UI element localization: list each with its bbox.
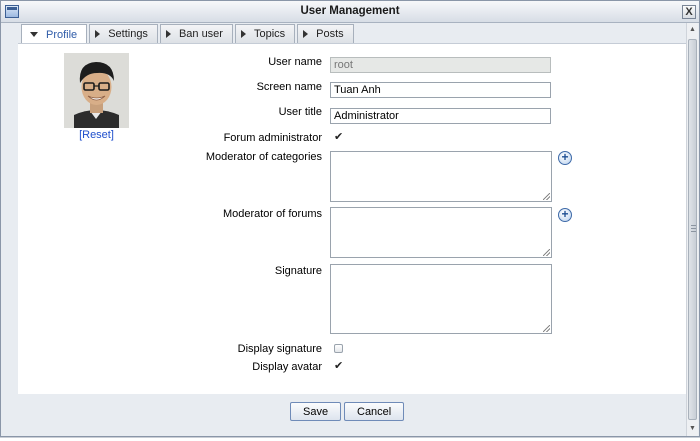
user-name-label: User name (268, 56, 322, 68)
tab-label: Settings (108, 28, 148, 40)
chevron-right-icon (240, 30, 246, 38)
tab-label: Posts (316, 28, 344, 40)
avatar-reset-link[interactable]: [Reset] (64, 129, 129, 141)
avatar-photo (64, 53, 129, 128)
display-signature-checkbox[interactable] (334, 344, 343, 353)
user-title-label: User title (278, 106, 322, 118)
tab-posts[interactable]: Posts (297, 24, 354, 43)
user-management-window: User Management X Profile Settings Ban u… (0, 0, 700, 437)
display-signature-label: Display signature (237, 343, 322, 355)
grip-icon (691, 225, 696, 232)
moderator-categories-field[interactable] (330, 151, 552, 202)
vertical-scrollbar[interactable]: ▲ ▼ (686, 23, 698, 436)
cancel-button[interactable]: Cancel (344, 402, 405, 421)
window-title: User Management (300, 5, 400, 17)
page-background-strip (0, 437, 700, 441)
forum-administrator-label: Forum administrator (223, 132, 322, 144)
resize-handle-icon[interactable] (543, 325, 550, 332)
moderator-categories-label: Moderator of categories (205, 151, 322, 163)
close-button[interactable]: X (682, 5, 696, 19)
scrollbar-thumb[interactable] (688, 39, 697, 420)
dialog-footer: Save Cancel (18, 394, 687, 428)
tab-settings[interactable]: Settings (89, 24, 158, 43)
tab-bar: Profile Settings Ban user Topics Posts (21, 24, 354, 44)
tab-label: Profile (46, 28, 78, 41)
moderator-forums-label: Moderator of forums (222, 208, 322, 220)
forum-administrator-checkbox[interactable]: ✔ (334, 131, 343, 143)
user-name-field (330, 57, 551, 73)
scroll-up-icon[interactable]: ▲ (687, 24, 698, 36)
tab-label: Ban user (178, 28, 223, 40)
add-forum-button[interactable]: + (558, 208, 572, 222)
screen-name-field[interactable] (330, 82, 551, 98)
chevron-right-icon (95, 30, 101, 38)
screen-name-label: Screen name (256, 81, 322, 93)
resize-handle-icon[interactable] (543, 193, 550, 200)
moderator-forums-field[interactable] (330, 207, 552, 258)
save-button[interactable]: Save (290, 402, 342, 421)
resize-handle-icon[interactable] (543, 249, 550, 256)
signature-label: Signature (274, 265, 322, 277)
tab-ban-user[interactable]: Ban user (159, 24, 233, 43)
chevron-right-icon (303, 30, 309, 38)
signature-field[interactable] (330, 264, 552, 334)
title-bar: User Management X (1, 1, 699, 23)
avatar (64, 53, 129, 128)
scroll-down-icon[interactable]: ▼ (687, 423, 698, 435)
user-title-field[interactable] (330, 108, 551, 124)
chevron-right-icon (165, 30, 171, 38)
chevron-down-icon (30, 32, 38, 37)
tab-profile[interactable]: Profile (21, 24, 88, 44)
tab-topics[interactable]: Topics (234, 24, 296, 43)
tab-label: Topics (253, 28, 286, 40)
display-avatar-checkbox[interactable]: ✔ (334, 360, 343, 372)
display-avatar-label: Display avatar (252, 361, 322, 373)
add-category-button[interactable]: + (558, 151, 572, 165)
